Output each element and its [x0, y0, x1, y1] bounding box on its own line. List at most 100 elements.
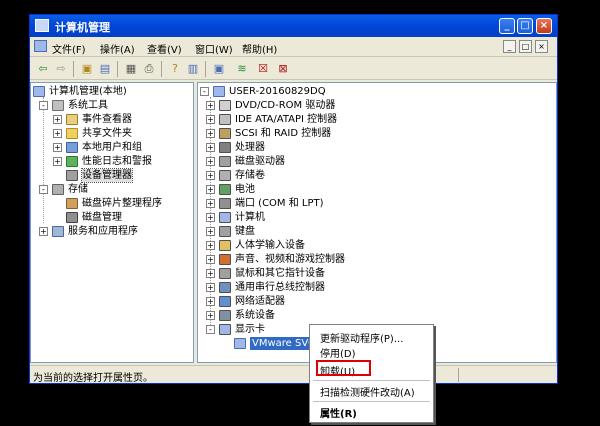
mdi-minimize-button[interactable]: _ [503, 40, 516, 53]
mdi-restore-button[interactable]: □ [519, 40, 532, 53]
collapse-icon[interactable]: - [206, 325, 215, 334]
menu-file[interactable]: 文件(F) [52, 41, 86, 56]
expand-icon[interactable]: + [53, 129, 62, 138]
performance-icon [66, 156, 78, 167]
close-button[interactable]: × [536, 18, 552, 34]
export-icon[interactable]: ▥ [185, 61, 201, 77]
computer-icon [213, 86, 225, 97]
battery-icon [219, 184, 231, 195]
minimize-button[interactable]: _ [499, 18, 515, 34]
expand-icon[interactable]: + [53, 157, 62, 166]
keyboard-icon [219, 226, 231, 237]
back-icon[interactable]: ⇦ [35, 61, 51, 77]
help-icon[interactable]: ? [167, 61, 183, 77]
computer-icon [34, 40, 47, 52]
menu-action[interactable]: 操作(A) [100, 41, 135, 56]
menu-scan-hardware[interactable]: 扫描检测硬件改动(A) [320, 384, 415, 399]
expand-icon[interactable]: + [206, 311, 215, 320]
usb-icon [219, 282, 231, 293]
menu-disable[interactable]: 停用(D) [320, 345, 356, 360]
disk-drive-icon [219, 156, 231, 167]
menu-separator [313, 401, 430, 402]
disk-icon [66, 212, 78, 223]
expand-icon[interactable]: + [39, 227, 48, 236]
expand-icon[interactable]: + [206, 227, 215, 236]
device-category-label: 网络适配器 [235, 296, 285, 307]
menu-bar: 文件(F) 操作(A) 查看(V) 窗口(W) 帮助(H) _ □ × [30, 37, 557, 57]
device-category-label: 电池 [235, 184, 255, 195]
device-manager-icon [66, 170, 78, 181]
storage-volume-icon [219, 170, 231, 181]
mdi-close-button[interactable]: × [535, 40, 548, 53]
expand-icon[interactable]: + [206, 157, 215, 166]
forward-icon[interactable]: ⇨ [53, 61, 69, 77]
expand-icon[interactable]: + [206, 171, 215, 180]
ide-controller-icon [219, 114, 231, 125]
defrag-icon [66, 198, 78, 209]
menu-help[interactable]: 帮助(H) [242, 41, 277, 56]
expand-icon[interactable]: + [53, 143, 62, 152]
expand-icon[interactable]: + [206, 101, 215, 110]
device-category-label: 键盘 [235, 226, 255, 237]
event-viewer-icon [66, 114, 78, 125]
expand-icon[interactable]: + [206, 185, 215, 194]
expand-icon[interactable]: + [206, 269, 215, 278]
toolbar-separator [205, 61, 206, 77]
highlight-box [316, 360, 371, 376]
expand-icon[interactable]: + [206, 199, 215, 208]
sound-icon [219, 254, 231, 265]
tree-line [43, 97, 44, 223]
expand-icon[interactable]: + [206, 297, 215, 306]
mouse-icon [219, 268, 231, 279]
menu-window[interactable]: 窗口(W) [195, 41, 233, 56]
collapse-icon[interactable]: - [39, 101, 48, 110]
expand-icon[interactable]: + [206, 241, 215, 250]
device-category-label: DVD/CD-ROM 驱动器 [235, 100, 336, 111]
folder-icon [66, 128, 78, 139]
device-category-label: 显示卡 [235, 324, 265, 335]
toolbar-separator [73, 61, 74, 77]
computer-management-app-icon [35, 19, 49, 32]
dvd-drive-icon [219, 100, 231, 111]
device-category-label: 端口 (COM 和 LPT) [235, 198, 324, 209]
console-tree-pane[interactable]: 计算机管理(本地) - 系统工具 + 事件查看器 + 共享文件夹 + 本地用户和… [30, 82, 194, 363]
menu-update-driver[interactable]: 更新驱动程序(P)... [320, 330, 403, 345]
refresh-icon[interactable]: ▣ [211, 61, 227, 77]
status-panel [458, 368, 555, 382]
display-adapter-icon [219, 324, 231, 335]
device-category-label: 鼠标和其它指针设备 [235, 268, 325, 279]
properties-icon[interactable]: ▦ [123, 61, 139, 77]
menu-properties[interactable]: 属性(R) [320, 405, 357, 420]
toolbar: ⇦ ⇨ ▣ ▤ ▦ ⎙ ? ▥ ▣ ≋ ☒ ⊠ [30, 58, 557, 80]
toolbar-separator [161, 61, 162, 77]
expand-icon[interactable]: + [206, 115, 215, 124]
services-icon [52, 226, 64, 237]
uninstall-icon[interactable]: ☒ [255, 61, 271, 77]
hid-icon [219, 240, 231, 251]
disable-icon[interactable]: ⊠ [275, 61, 291, 77]
menu-view[interactable]: 查看(V) [147, 41, 182, 56]
expand-icon[interactable]: + [206, 143, 215, 152]
users-icon [66, 142, 78, 153]
device-tree-pane[interactable]: - USER-20160829DQ + DVD/CD-ROM 驱动器 + IDE AT… [197, 82, 557, 363]
expand-icon[interactable]: + [53, 115, 62, 124]
collapse-icon[interactable]: - [200, 87, 209, 96]
print-icon[interactable]: ⎙ [141, 61, 157, 77]
up-icon[interactable]: ▣ [79, 61, 95, 77]
device-category-label: SCSI 和 RAID 控制器 [235, 128, 332, 139]
device-category-label: 磁盘驱动器 [235, 156, 285, 167]
expand-icon[interactable]: + [206, 213, 215, 222]
status-bar: 为当前的选择打开属性页。 [30, 365, 557, 384]
network-icon [219, 296, 231, 307]
device-category-label: 处理器 [235, 142, 265, 153]
expand-icon[interactable]: + [206, 129, 215, 138]
maximize-button[interactable]: □ [517, 18, 533, 34]
show-tree-icon[interactable]: ▤ [97, 61, 113, 77]
device-category-label: 声音、视频和游戏控制器 [235, 254, 345, 265]
expand-icon[interactable]: + [206, 255, 215, 264]
collapse-icon[interactable]: - [39, 185, 48, 194]
scan-icon[interactable]: ≋ [234, 61, 250, 77]
expand-icon[interactable]: + [206, 283, 215, 292]
title-bar[interactable]: 计算机管理 _ □ × [30, 15, 557, 37]
device-category-label: 存储卷 [235, 170, 265, 181]
